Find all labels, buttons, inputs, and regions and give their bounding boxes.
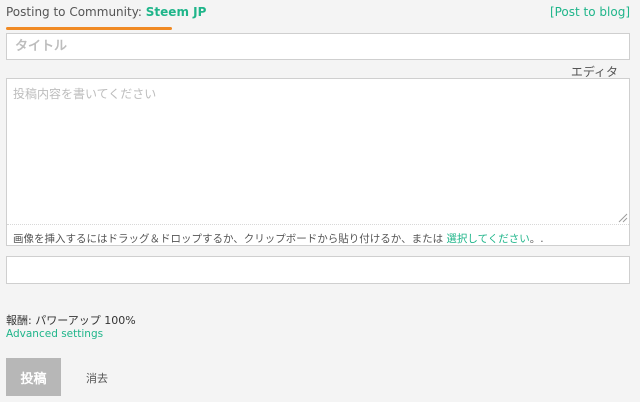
community-prefix: Posting to Community: — [6, 5, 146, 19]
community-name: Steem JP — [145, 5, 207, 19]
post-editor: Posting to Community: Steem JP [Post to … — [6, 0, 630, 402]
tags-input[interactable] — [6, 256, 630, 284]
title-input[interactable] — [6, 33, 630, 60]
rewards-setting: 報酬: パワーアップ 100% — [6, 312, 136, 328]
body-editor: 画像を挿入するにはドラッグ＆ドロップするか、クリップボードから貼り付けるか、また… — [6, 78, 630, 246]
advanced-settings-link[interactable]: Advanced settings — [6, 328, 103, 340]
rewards-value: パワーアップ 100% — [35, 314, 136, 327]
post-to-blog-link[interactable]: [Post to blog] — [550, 5, 630, 19]
post-button[interactable]: 投稿 — [6, 358, 61, 396]
upload-hint-suffix: 。. — [529, 233, 544, 245]
image-upload-hint: 画像を挿入するにはドラッグ＆ドロップするか、クリップボードから貼り付けるか、また… — [13, 231, 544, 246]
community-underline — [6, 27, 172, 30]
rewards-label: 報酬: — [6, 314, 36, 327]
community-bar: Posting to Community: Steem JP [Post to … — [6, 5, 630, 30]
upload-hint-text: 画像を挿入するにはドラッグ＆ドロップするか、クリップボードから貼り付けるか、また… — [13, 233, 447, 245]
select-file-link[interactable]: 選択してください — [446, 233, 529, 245]
body-textarea[interactable] — [7, 79, 629, 225]
resize-grip-icon[interactable] — [616, 211, 628, 223]
community-label: Posting to Community: Steem JP — [6, 5, 206, 19]
clear-button[interactable]: 消去 — [86, 370, 108, 386]
